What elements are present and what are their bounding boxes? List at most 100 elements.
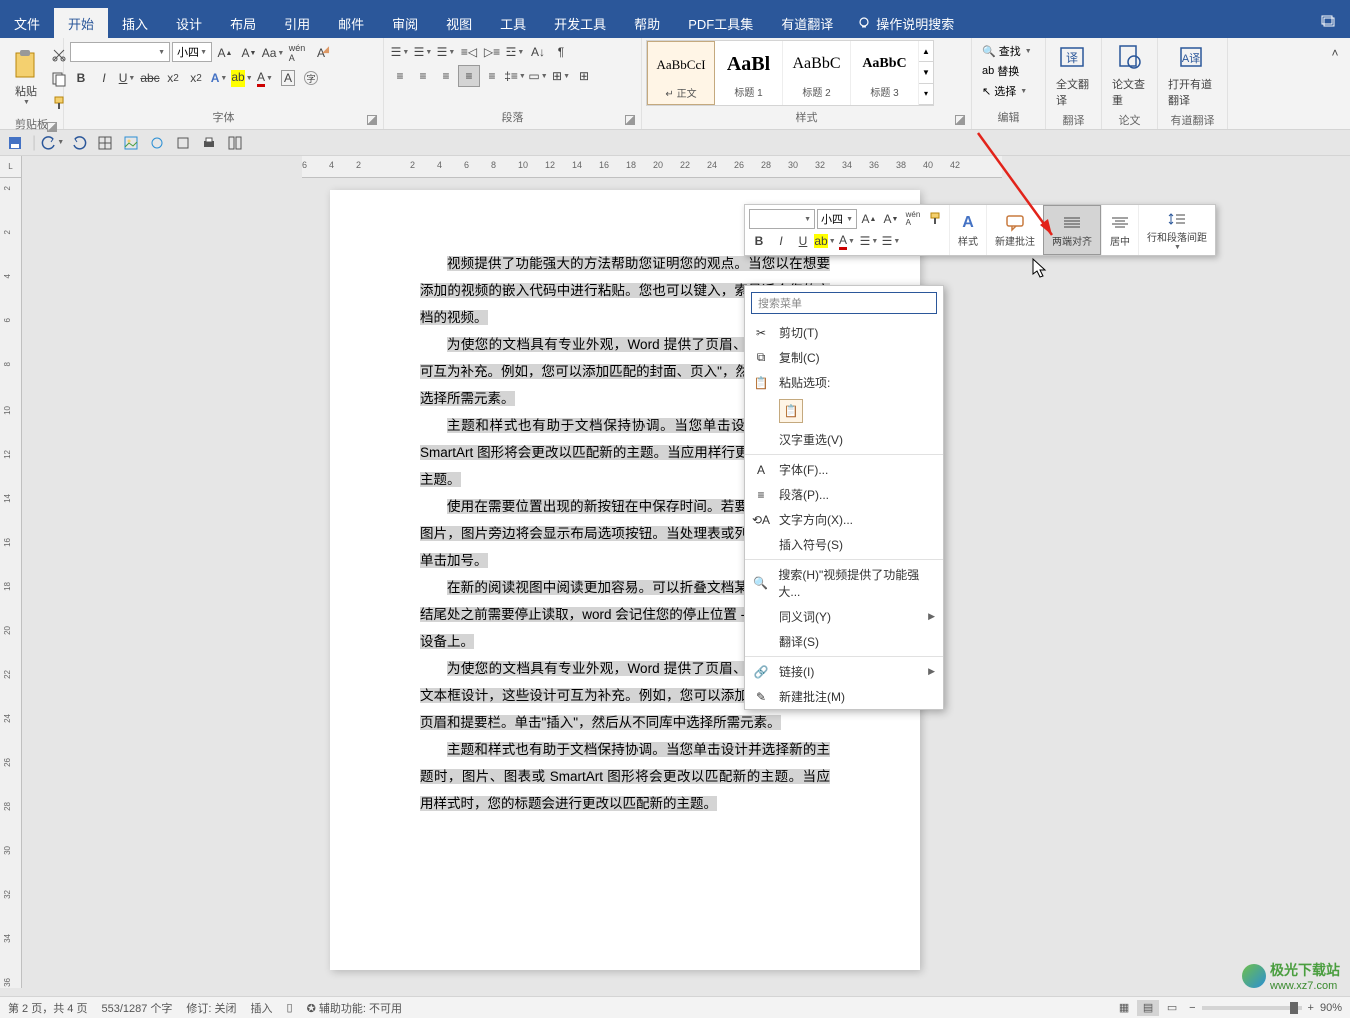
font-name-combo[interactable]: ▼ <box>70 42 170 62</box>
zoom-level[interactable]: 90% <box>1320 1002 1342 1014</box>
styles-launcher[interactable] <box>955 115 965 125</box>
enclose-char-button[interactable]: 字 <box>300 67 322 89</box>
superscript-button[interactable]: x2 <box>185 67 207 89</box>
status-a11y[interactable]: ✪ 辅助功能: 不可用 <box>307 1000 402 1016</box>
style-heading3[interactable]: AaBbC标题 3 <box>851 41 919 105</box>
decrease-indent-button[interactable]: ≡◁ <box>458 41 480 63</box>
bold-button[interactable]: B <box>70 67 92 89</box>
view-web-button[interactable]: ▭ <box>1161 1000 1183 1016</box>
qat-print-button[interactable] <box>200 134 218 152</box>
cm-text-direction[interactable]: ⟲A文字方向(X)... <box>745 507 943 532</box>
line-spacing-button[interactable]: ‡≡▼ <box>504 65 526 87</box>
cm-search[interactable]: 🔍搜索(H)"视频提供了功能强大... <box>745 562 943 604</box>
select-button[interactable]: ↖选择▼ <box>978 82 1036 100</box>
cm-paragraph[interactable]: ≡段落(P)... <box>745 482 943 507</box>
status-insert[interactable]: 插入 <box>251 1000 273 1016</box>
tab-layout[interactable]: 布局 <box>216 8 270 38</box>
status-track[interactable]: 修订: 关闭 <box>186 1000 236 1016</box>
cm-font[interactable]: A字体(F)... <box>745 457 943 482</box>
mini-new-comment-button[interactable]: 新建批注 <box>986 205 1043 255</box>
mini-styles-button[interactable]: A样式 <box>949 205 986 255</box>
cm-new-comment[interactable]: ✎新建批注(M) <box>745 684 943 709</box>
mini-line-spacing-button[interactable]: 行和段落间距▼ <box>1138 205 1215 255</box>
mini-font-size[interactable]: 小四▼ <box>817 209 857 229</box>
tab-tools[interactable]: 工具 <box>486 8 540 38</box>
style-heading2[interactable]: AaBbC标题 2 <box>783 41 851 105</box>
font-launcher[interactable] <box>367 115 377 125</box>
status-record[interactable]: ▯ <box>287 1001 293 1014</box>
paste-button[interactable]: 粘贴▼ <box>4 40 48 114</box>
snap-grid-button[interactable]: ⊞ <box>573 65 595 87</box>
tab-references[interactable]: 引用 <box>270 8 324 38</box>
replace-button[interactable]: ab替换 <box>978 62 1036 80</box>
mini-format-painter[interactable] <box>925 209 945 229</box>
highlight-button[interactable]: ab▼ <box>231 67 253 89</box>
tab-youdao[interactable]: 有道翻译 <box>767 8 847 38</box>
style-expand[interactable]: ▾ <box>919 84 933 105</box>
tab-insert[interactable]: 插入 <box>108 8 162 38</box>
style-normal[interactable]: AaBbCcI↵ 正文 <box>647 41 715 105</box>
multilevel-button[interactable]: ☰▼ <box>435 41 457 63</box>
cm-insert-symbol[interactable]: 插入符号(S) <box>745 532 943 557</box>
numbering-button[interactable]: ☰▼ <box>412 41 434 63</box>
status-words[interactable]: 553/1287 个字 <box>101 1000 172 1016</box>
mini-justify-button[interactable]: 两端对齐 <box>1043 205 1101 255</box>
align-right-button[interactable]: ≡ <box>435 65 457 87</box>
qat-table-button[interactable] <box>96 134 114 152</box>
cm-reconvert[interactable]: 汉字重选(V) <box>745 427 943 452</box>
mini-bullets[interactable]: ☰▼ <box>859 231 879 251</box>
tell-me-search[interactable]: 操作说明搜索 <box>857 14 954 33</box>
status-page[interactable]: 第 2 页，共 4 页 <box>8 1000 87 1016</box>
mini-italic[interactable]: I <box>771 231 791 251</box>
view-print-button[interactable]: ▤ <box>1137 1000 1159 1016</box>
phonetic-guide-button[interactable]: wénA <box>286 42 308 64</box>
tab-home[interactable]: 开始 <box>54 8 108 38</box>
font-color-button[interactable]: A▼ <box>254 67 276 89</box>
font-size-combo[interactable]: 小四▼ <box>172 42 212 62</box>
mini-shrink-font[interactable]: A▼ <box>881 209 901 229</box>
strikethrough-button[interactable]: abc <box>139 67 161 89</box>
align-distribute-button[interactable]: ≡ <box>481 65 503 87</box>
open-youdao-button[interactable]: A译 打开有道翻译 <box>1162 40 1223 110</box>
align-justify-button[interactable]: ≡ <box>458 65 480 87</box>
text-effects-button[interactable]: A▼ <box>208 67 230 89</box>
tab-view[interactable]: 视图 <box>432 8 486 38</box>
bullets-button[interactable]: ☰▼ <box>389 41 411 63</box>
redo-button[interactable] <box>70 134 88 152</box>
tab-design[interactable]: 设计 <box>162 8 216 38</box>
italic-button[interactable]: I <box>93 67 115 89</box>
save-button[interactable] <box>6 134 24 152</box>
cm-copy[interactable]: ⧉复制(C) <box>745 345 943 370</box>
style-gallery[interactable]: AaBbCcI↵ 正文 AaBl标题 1 AaBbC标题 2 AaBbC标题 3… <box>646 40 934 106</box>
cm-cut[interactable]: ✂剪切(T) <box>745 320 943 345</box>
tab-help[interactable]: 帮助 <box>620 8 674 38</box>
mini-font-name[interactable]: ▼ <box>749 209 815 229</box>
paragraph-launcher[interactable] <box>625 115 635 125</box>
cm-link[interactable]: 🔗链接(I)▶ <box>745 659 943 684</box>
increase-indent-button[interactable]: ▷≡ <box>481 41 503 63</box>
asian-layout-button[interactable]: ☲▼ <box>504 41 526 63</box>
tab-developer[interactable]: 开发工具 <box>540 8 620 38</box>
thesis-check-button[interactable]: 论文查重 <box>1106 40 1153 110</box>
ribbon-collapse-button[interactable]: ˄ <box>1324 42 1346 64</box>
style-scroll-up[interactable]: ▲ <box>919 41 933 62</box>
style-scroll-down[interactable]: ▼ <box>919 62 933 83</box>
grow-font-button[interactable]: A▲ <box>214 42 236 64</box>
zoom-in-button[interactable]: + <box>1308 1002 1314 1014</box>
clipboard-launcher[interactable] <box>47 122 57 132</box>
qat-link-button[interactable] <box>148 134 166 152</box>
cm-synonyms[interactable]: 同义词(Y)▶ <box>745 604 943 629</box>
clear-format-button[interactable]: A◢ <box>310 42 332 64</box>
mini-bold[interactable]: B <box>749 231 769 251</box>
mini-font-color[interactable]: A▼ <box>837 231 857 251</box>
show-marks-button[interactable]: ¶ <box>550 41 572 63</box>
mini-underline[interactable]: U <box>793 231 813 251</box>
qat-preview-button[interactable] <box>174 134 192 152</box>
cm-translate[interactable]: 翻译(S) <box>745 629 943 654</box>
tab-pdf[interactable]: PDF工具集 <box>674 8 767 38</box>
mini-numbering[interactable]: ☰▼ <box>881 231 901 251</box>
mini-grow-font[interactable]: A▲ <box>859 209 879 229</box>
zoom-slider[interactable] <box>1202 1006 1302 1010</box>
change-case-button[interactable]: Aa▼ <box>262 42 284 64</box>
mini-center-button[interactable]: 居中 <box>1101 205 1138 255</box>
